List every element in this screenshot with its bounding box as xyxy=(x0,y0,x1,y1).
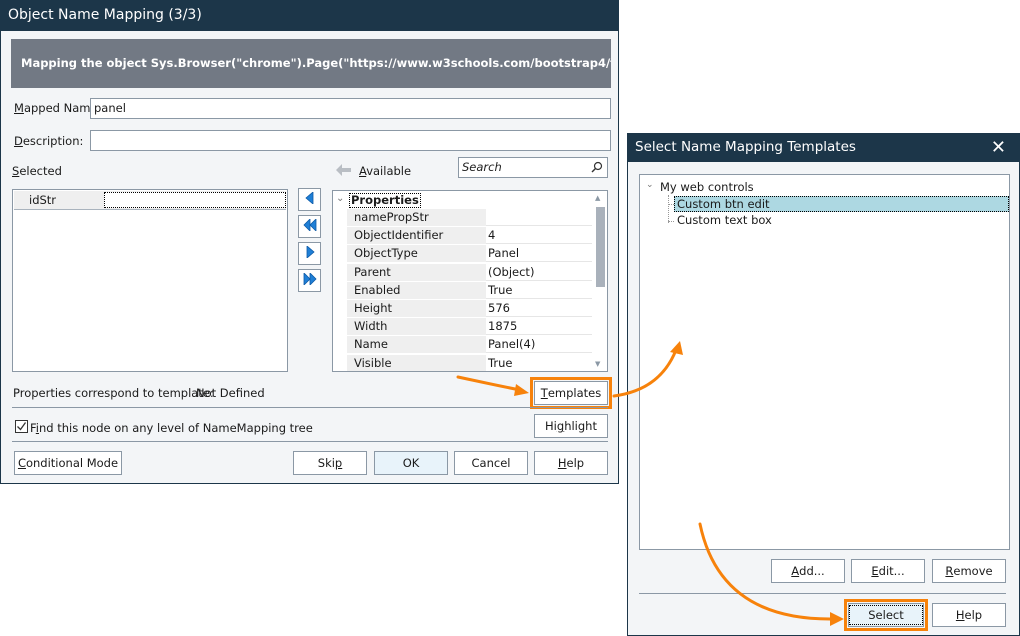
property-row[interactable]: ObjectIdentifier 4 xyxy=(347,227,592,246)
close-icon[interactable]: ✕ xyxy=(991,133,1006,162)
tree-item-custom-text-box[interactable]: Custom text box xyxy=(677,213,772,227)
separator xyxy=(12,407,608,408)
find-node-label[interactable]: Find this node on any level of NameMappi… xyxy=(30,421,313,435)
mapping-banner: Mapping the object Sys.Browser("chrome")… xyxy=(11,39,611,88)
select-button[interactable]: Select xyxy=(848,603,924,627)
property-name: namePropStr xyxy=(347,209,486,226)
property-value[interactable]: 1875 xyxy=(486,318,592,336)
triangle-left-icon xyxy=(304,191,315,207)
arrow-left-icon xyxy=(336,164,352,179)
cancel-button[interactable]: Cancel xyxy=(454,451,528,475)
tree-connector xyxy=(668,195,669,223)
dialog-title: Object Name Mapping (3/3) xyxy=(8,7,202,23)
scroll-up-icon[interactable]: ▲ xyxy=(595,194,600,202)
property-name: ObjectType xyxy=(347,245,486,263)
double-triangle-left-icon xyxy=(302,218,317,234)
property-row[interactable]: ObjectType Panel xyxy=(347,245,592,264)
selected-label: Selected xyxy=(12,164,62,178)
templates-button[interactable]: Templates xyxy=(534,381,608,405)
object-name-mapping-dialog: Object Name Mapping (3/3) Mapping the ob… xyxy=(0,0,619,484)
move-right-button[interactable] xyxy=(298,242,321,265)
property-value[interactable]: Panel(4) xyxy=(486,336,592,354)
mapped-name-label: Mapped Name: xyxy=(14,101,102,115)
dialog-title-bar[interactable]: Select Name Mapping Templates ✕ xyxy=(627,133,1020,162)
ok-button[interactable]: OK xyxy=(374,451,448,475)
help-button[interactable]: Help xyxy=(534,451,608,475)
selected-row-value[interactable] xyxy=(104,192,286,208)
edit-template-button[interactable]: Edit... xyxy=(851,559,925,583)
property-name: ObjectIdentifier xyxy=(347,227,486,245)
property-name: Name xyxy=(347,336,486,354)
tree-item-custom-btn-edit[interactable]: Custom btn edit xyxy=(674,196,1009,212)
property-row[interactable]: Visible True xyxy=(347,354,592,371)
selected-properties-list[interactable]: idStr xyxy=(12,189,288,372)
mapped-name-input[interactable]: panel xyxy=(90,98,611,119)
property-value[interactable]: True xyxy=(486,354,592,371)
templates-help-button[interactable]: Help xyxy=(932,603,1006,627)
property-value[interactable]: 4 xyxy=(486,227,592,245)
property-name: Height xyxy=(347,300,486,317)
property-name: Parent xyxy=(347,263,486,281)
property-value[interactable] xyxy=(486,209,592,226)
property-row[interactable]: Parent (Object) xyxy=(347,263,592,282)
chevron-down-icon[interactable]: ⌄ xyxy=(336,193,344,204)
selected-row-name: idStr xyxy=(29,193,57,207)
property-value[interactable]: 576 xyxy=(486,300,592,317)
property-row[interactable]: Name Panel(4) xyxy=(347,336,592,355)
template-label: Properties correspond to template: xyxy=(13,386,214,400)
triangle-right-icon xyxy=(305,245,315,261)
move-all-right-button[interactable] xyxy=(298,269,321,292)
tree-root-node[interactable]: My web controls xyxy=(660,180,754,194)
search-input[interactable]: Search xyxy=(458,157,608,178)
selected-row[interactable]: idStr xyxy=(14,191,286,210)
property-row[interactable]: Height 576 xyxy=(347,300,592,318)
description-input[interactable] xyxy=(90,130,611,151)
property-row[interactable]: Width 1875 xyxy=(347,318,592,337)
find-node-checkbox[interactable] xyxy=(15,420,28,433)
remove-template-button[interactable]: Remove xyxy=(932,559,1006,583)
chevron-down-icon[interactable]: ⌄ xyxy=(646,180,654,190)
properties-category[interactable]: ⌄ Properties xyxy=(333,191,595,209)
available-label: Available xyxy=(359,164,412,178)
property-row[interactable]: namePropStr xyxy=(347,209,592,227)
separator xyxy=(639,593,1006,594)
separator xyxy=(12,441,608,442)
property-name: Enabled xyxy=(347,281,486,299)
move-left-button[interactable] xyxy=(298,188,321,211)
property-value[interactable]: (Object) xyxy=(486,263,592,281)
available-properties-grid[interactable]: ⌄ Properties namePropStr ObjectIdentifier… xyxy=(332,190,608,372)
search-icon[interactable] xyxy=(591,161,603,176)
move-all-left-button[interactable] xyxy=(298,215,321,238)
template-value: Not Defined xyxy=(196,386,265,400)
dialog-title-bar[interactable]: Object Name Mapping (3/3) xyxy=(0,0,619,31)
property-name: Width xyxy=(347,318,486,336)
properties-category-title: Properties xyxy=(349,193,421,208)
properties-scrollbar[interactable]: ▲ ▼ xyxy=(593,191,607,371)
highlight-button[interactable]: Hi g hlight xyxy=(534,414,608,438)
templates-tree[interactable]: ⌄ My web controls Custom btn edit Custom… xyxy=(639,174,1010,550)
tree-connector xyxy=(668,221,674,222)
scroll-down-icon[interactable]: ▼ xyxy=(595,360,600,368)
conditional-mode-button[interactable]: Conditional Mode xyxy=(14,451,122,475)
property-name: Visible xyxy=(347,354,486,371)
select-templates-dialog: Select Name Mapping Templates ✕ ⌄ My web… xyxy=(627,133,1020,636)
double-triangle-right-icon xyxy=(303,272,317,288)
property-row[interactable]: Enabled True xyxy=(347,281,592,300)
property-value[interactable]: True xyxy=(486,281,592,299)
skip-button[interactable]: Ski p xyxy=(293,451,367,475)
add-template-button[interactable]: Add... xyxy=(771,559,845,583)
description-label: Description: xyxy=(14,134,84,148)
scrollbar-thumb[interactable] xyxy=(596,207,605,287)
dialog-title: Select Name Mapping Templates xyxy=(635,139,856,155)
property-value[interactable]: Panel xyxy=(486,245,592,263)
